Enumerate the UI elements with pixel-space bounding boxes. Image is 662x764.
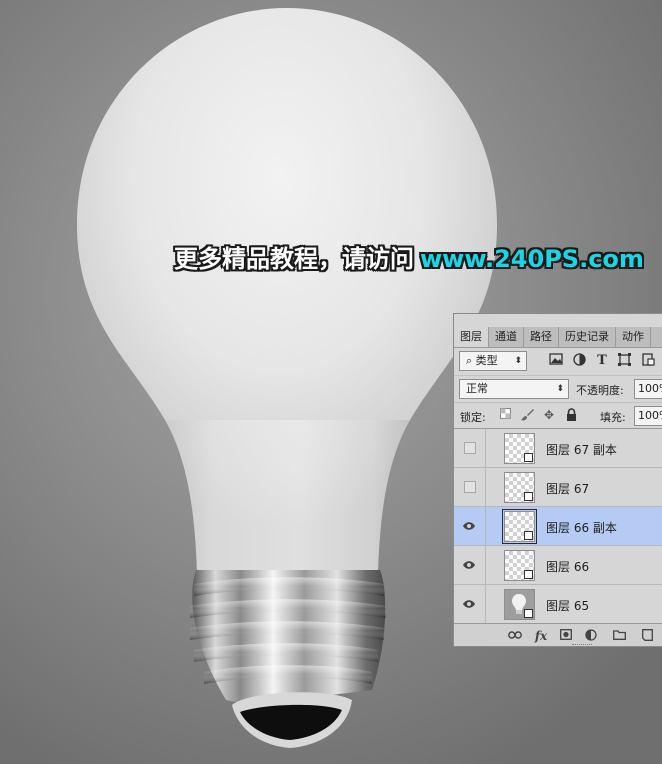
shape-filter-icon[interactable] [616,353,632,369]
layer-row-65[interactable]: 图层 65 [454,585,662,624]
visibility-toggle[interactable] [454,585,486,623]
image-filter-icon[interactable] [548,353,564,369]
watermark-text: 更多精品教程，请访问 [174,245,414,273]
link-layers-icon[interactable] [508,629,522,643]
layer-thumbnail [502,509,537,544]
lock-label: 锁定: [460,411,486,424]
fx-icon[interactable]: fx [534,629,548,643]
bulb-neck-shade [165,420,410,572]
layer-thumbnail [504,433,535,464]
new-layer-icon[interactable] [640,629,654,643]
mask-icon[interactable] [559,629,573,643]
blend-mode-select[interactable]: 正常 ⬍ [459,379,569,399]
eye-icon [463,522,475,530]
visibility-off-box [464,442,476,454]
layer-row-67[interactable]: 图层 67 [454,468,662,507]
layer-name: 图层 67 副本 [546,443,617,457]
lock-transparent-icon[interactable] [498,408,512,422]
adjustment-filter-icon[interactable] [571,353,587,369]
visibility-toggle[interactable] [454,468,486,506]
tab-channels[interactable]: 通道 [489,327,524,347]
opacity-input[interactable]: 100% [634,379,662,399]
group-icon[interactable] [612,629,626,643]
layer-list: 图层 67 副本 图层 67 图层 66 副本 图层 66 图层 65 [454,428,662,624]
layer-name: 图层 66 副本 [546,521,617,535]
lock-position-move-icon[interactable]: ✥ [542,408,556,422]
watermark: 更多精品教程，请访问 www.240PS.com [174,239,644,279]
visibility-toggle[interactable] [454,507,486,545]
smart-object-badge-icon [524,531,533,540]
smart-object-badge-icon [524,609,533,618]
visibility-toggle[interactable] [454,546,486,584]
search-icon: ⌕ [466,354,473,367]
lock-all-icon[interactable] [564,408,578,422]
eye-icon [463,561,475,569]
panel-resize-grip[interactable] [572,644,592,646]
smart-object-filter-icon[interactable] [640,353,656,369]
smart-object-badge-icon [524,453,533,462]
layer-row-67-copy[interactable]: 图层 67 副本 [454,429,662,468]
layer-row-66[interactable]: 图层 66 [454,546,662,585]
layer-name: 图层 67 [546,482,590,496]
select-arrows-icon: ⬍ [556,384,564,394]
tab-layers[interactable]: 图层 [454,327,489,347]
adjustment-icon[interactable] [584,629,598,643]
filter-row: ⌕ 类型 ⬍ T [454,349,662,375]
layer-thumbnail [504,472,535,503]
blend-row: 正常 ⬍ 不透明度: 100% [454,375,662,401]
type-filter-icon[interactable]: T [594,353,610,369]
panel-tabs: 图层 通道 路径 历史记录 动作 [454,327,662,348]
smart-object-badge-icon [524,492,533,501]
fill-label: 填充: [600,411,626,424]
filter-kind-label: 类型 [475,354,498,367]
watermark-url: www.240PS.com [420,245,644,273]
opacity-label: 不透明度: [576,384,624,397]
blend-mode-value: 正常 [466,382,488,395]
visibility-toggle[interactable] [454,429,486,467]
panel-footer: fx [454,623,662,646]
layer-row-66-copy[interactable]: 图层 66 副本 [454,507,662,546]
filter-kind-select[interactable]: ⌕ 类型 ⬍ [459,351,527,371]
lock-pixels-brush-icon[interactable] [520,408,534,422]
tab-paths[interactable]: 路径 [524,327,559,347]
visibility-off-box [464,481,476,493]
tab-actions[interactable]: 动作 [616,327,651,347]
layer-thumbnail-bulb [504,589,535,620]
select-arrows-icon: ⬍ [514,356,522,366]
layers-panel: 图层 通道 路径 历史记录 动作 ⌕ 类型 ⬍ T 正常 ⬍ 不透明度: 100 [453,313,662,647]
layer-name: 图层 66 [546,560,590,574]
layer-name: 图层 65 [546,599,590,613]
smart-object-badge-icon [524,570,533,579]
tab-history[interactable]: 历史记录 [559,327,616,347]
eye-icon [463,600,475,608]
fill-input[interactable]: 100% [634,406,662,426]
lock-row: 锁定: ✥ 填充: 100% [454,402,662,428]
layer-thumbnail [504,550,535,581]
